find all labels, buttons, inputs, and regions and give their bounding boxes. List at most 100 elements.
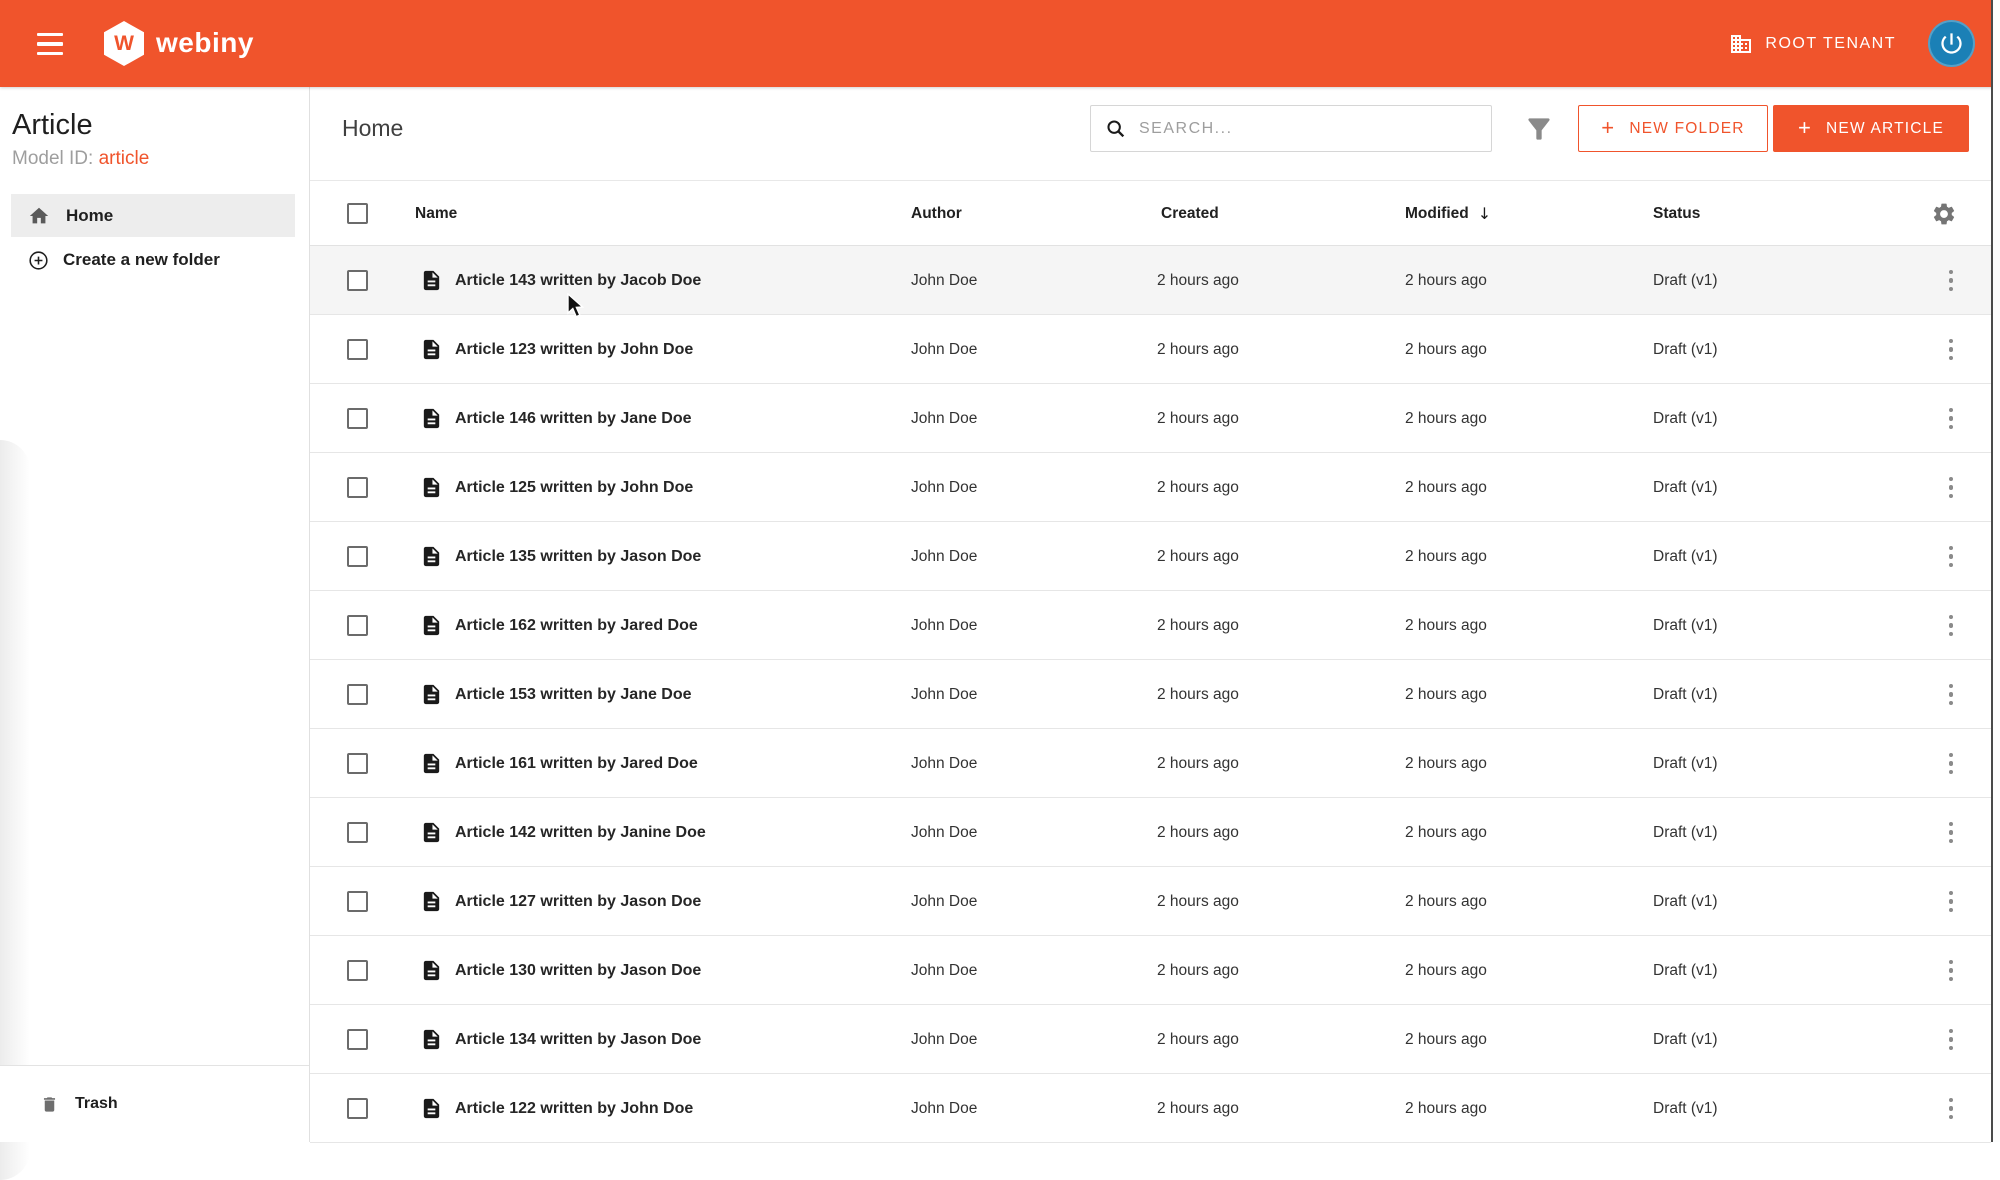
row-name[interactable]: Article 161 written by Jared Doe bbox=[455, 729, 698, 798]
main-content: Home + NEW FOLDER + NEW ARTICLE Name Aut… bbox=[310, 87, 1991, 1143]
column-header-modified[interactable]: Modified ↓ bbox=[1405, 181, 1491, 246]
row-status: Draft (v1) bbox=[1653, 547, 1718, 565]
row-name[interactable]: Article 142 written by Janine Doe bbox=[455, 798, 706, 867]
table-row[interactable]: Article 122 written by John Doe John Doe… bbox=[310, 1074, 1991, 1143]
model-id-value[interactable]: article bbox=[99, 148, 150, 169]
row-actions-kebab-icon[interactable] bbox=[1943, 816, 1960, 850]
table-settings-gear-icon[interactable] bbox=[1931, 201, 1957, 227]
table-row[interactable]: Article 143 written by Jacob Doe John Do… bbox=[310, 246, 1991, 315]
row-name[interactable]: Article 146 written by Jane Doe bbox=[455, 384, 692, 453]
row-status: Draft (v1) bbox=[1653, 823, 1718, 841]
row-checkbox[interactable] bbox=[347, 546, 368, 567]
row-actions-kebab-icon[interactable] bbox=[1943, 540, 1960, 574]
row-actions-kebab-icon[interactable] bbox=[1943, 678, 1960, 712]
row-status: Draft (v1) bbox=[1653, 340, 1718, 358]
row-actions-kebab-icon[interactable] bbox=[1943, 1023, 1960, 1057]
row-actions-kebab-icon[interactable] bbox=[1943, 471, 1960, 505]
table-row[interactable]: Article 130 written by Jason Doe John Do… bbox=[310, 936, 1991, 1005]
row-name[interactable]: Article 125 written by John Doe bbox=[455, 453, 693, 522]
table-row[interactable]: Article 127 written by Jason Doe John Do… bbox=[310, 867, 1991, 936]
menu-icon[interactable] bbox=[37, 33, 63, 55]
sidebar-item-trash[interactable]: Trash bbox=[0, 1065, 309, 1142]
row-name[interactable]: Article 162 written by Jared Doe bbox=[455, 591, 698, 660]
user-avatar[interactable] bbox=[1928, 20, 1975, 67]
row-status: Draft (v1) bbox=[1653, 685, 1718, 703]
row-name[interactable]: Article 153 written by Jane Doe bbox=[455, 660, 692, 729]
row-name[interactable]: Article 134 written by Jason Doe bbox=[455, 1005, 701, 1074]
sidebar-item-home[interactable]: Home bbox=[11, 194, 295, 237]
tenant-selector[interactable]: ROOT TENANT bbox=[1729, 0, 1896, 87]
row-actions-kebab-icon[interactable] bbox=[1943, 1092, 1960, 1126]
row-name[interactable]: Article 130 written by Jason Doe bbox=[455, 936, 701, 1005]
sidebar-item-home-label: Home bbox=[66, 205, 114, 225]
select-all-checkbox[interactable] bbox=[347, 203, 368, 224]
table-row[interactable]: Article 135 written by Jason Doe John Do… bbox=[310, 522, 1991, 591]
row-checkbox[interactable] bbox=[347, 891, 368, 912]
document-icon bbox=[423, 270, 440, 291]
row-actions-kebab-icon[interactable] bbox=[1943, 333, 1960, 367]
row-checkbox[interactable] bbox=[347, 960, 368, 981]
table-header: Name Author Created Modified ↓ Status bbox=[310, 181, 1991, 246]
row-checkbox[interactable] bbox=[347, 339, 368, 360]
row-name[interactable]: Article 143 written by Jacob Doe bbox=[455, 246, 701, 315]
table-row[interactable]: Article 123 written by John Doe John Doe… bbox=[310, 315, 1991, 384]
row-checkbox[interactable] bbox=[347, 753, 368, 774]
row-actions-kebab-icon[interactable] bbox=[1943, 885, 1960, 919]
row-created: 2 hours ago bbox=[1157, 616, 1239, 634]
document-icon bbox=[423, 822, 440, 843]
row-author: John Doe bbox=[911, 1099, 978, 1117]
row-checkbox[interactable] bbox=[347, 822, 368, 843]
document-icon bbox=[423, 546, 440, 567]
column-header-author[interactable]: Author bbox=[911, 181, 962, 246]
row-actions-kebab-icon[interactable] bbox=[1943, 954, 1960, 988]
row-modified: 2 hours ago bbox=[1405, 892, 1487, 910]
table-row[interactable]: Article 142 written by Janine Doe John D… bbox=[310, 798, 1991, 867]
row-name[interactable]: Article 135 written by Jason Doe bbox=[455, 522, 701, 591]
row-author: John Doe bbox=[911, 823, 978, 841]
row-name[interactable]: Article 123 written by John Doe bbox=[455, 315, 693, 384]
row-name[interactable]: Article 122 written by John Doe bbox=[455, 1074, 693, 1143]
row-modified: 2 hours ago bbox=[1405, 1099, 1487, 1117]
scrollbar[interactable] bbox=[1991, 0, 2000, 1142]
building-icon bbox=[1731, 34, 1752, 53]
column-header-status[interactable]: Status bbox=[1653, 181, 1700, 246]
table-row[interactable]: Article 161 written by Jared Doe John Do… bbox=[310, 729, 1991, 798]
app-bar: W webiny ROOT TENANT bbox=[0, 0, 2000, 87]
table-row[interactable]: Article 153 written by Jane Doe John Doe… bbox=[310, 660, 1991, 729]
row-checkbox[interactable] bbox=[347, 270, 368, 291]
row-checkbox[interactable] bbox=[347, 615, 368, 636]
new-folder-button[interactable]: + NEW FOLDER bbox=[1578, 105, 1768, 152]
row-modified: 2 hours ago bbox=[1405, 685, 1487, 703]
plus-circle-icon bbox=[29, 250, 48, 270]
row-created: 2 hours ago bbox=[1157, 1030, 1239, 1048]
row-checkbox[interactable] bbox=[347, 1098, 368, 1119]
row-checkbox[interactable] bbox=[347, 684, 368, 705]
column-header-name[interactable]: Name bbox=[415, 181, 457, 246]
filter-icon[interactable] bbox=[1523, 113, 1555, 145]
new-folder-label: NEW FOLDER bbox=[1629, 119, 1745, 137]
row-actions-kebab-icon[interactable] bbox=[1943, 402, 1960, 436]
row-actions-kebab-icon[interactable] bbox=[1943, 264, 1960, 298]
row-modified: 2 hours ago bbox=[1405, 478, 1487, 496]
row-created: 2 hours ago bbox=[1157, 892, 1239, 910]
row-checkbox[interactable] bbox=[347, 477, 368, 498]
row-actions-kebab-icon[interactable] bbox=[1943, 747, 1960, 781]
search-box[interactable] bbox=[1090, 105, 1492, 152]
power-avatar-icon bbox=[1941, 33, 1962, 54]
new-article-button[interactable]: + NEW ARTICLE bbox=[1773, 105, 1969, 152]
row-checkbox[interactable] bbox=[347, 1029, 368, 1050]
search-input[interactable] bbox=[1139, 119, 1491, 138]
toolbar: Home + NEW FOLDER + NEW ARTICLE bbox=[310, 87, 1991, 181]
webiny-logo-icon[interactable]: W bbox=[104, 21, 144, 66]
table-row[interactable]: Article 162 written by Jared Doe John Do… bbox=[310, 591, 1991, 660]
table-row[interactable]: Article 146 written by Jane Doe John Doe… bbox=[310, 384, 1991, 453]
create-folder-button[interactable]: Create a new folder bbox=[0, 237, 309, 283]
column-header-created[interactable]: Created bbox=[1161, 181, 1219, 246]
row-name[interactable]: Article 127 written by Jason Doe bbox=[455, 867, 701, 936]
table-row[interactable]: Article 125 written by John Doe John Doe… bbox=[310, 453, 1991, 522]
row-checkbox[interactable] bbox=[347, 408, 368, 429]
row-status: Draft (v1) bbox=[1653, 409, 1718, 427]
table-row[interactable]: Article 134 written by Jason Doe John Do… bbox=[310, 1005, 1991, 1074]
row-actions-kebab-icon[interactable] bbox=[1943, 609, 1960, 643]
document-icon bbox=[423, 339, 440, 360]
